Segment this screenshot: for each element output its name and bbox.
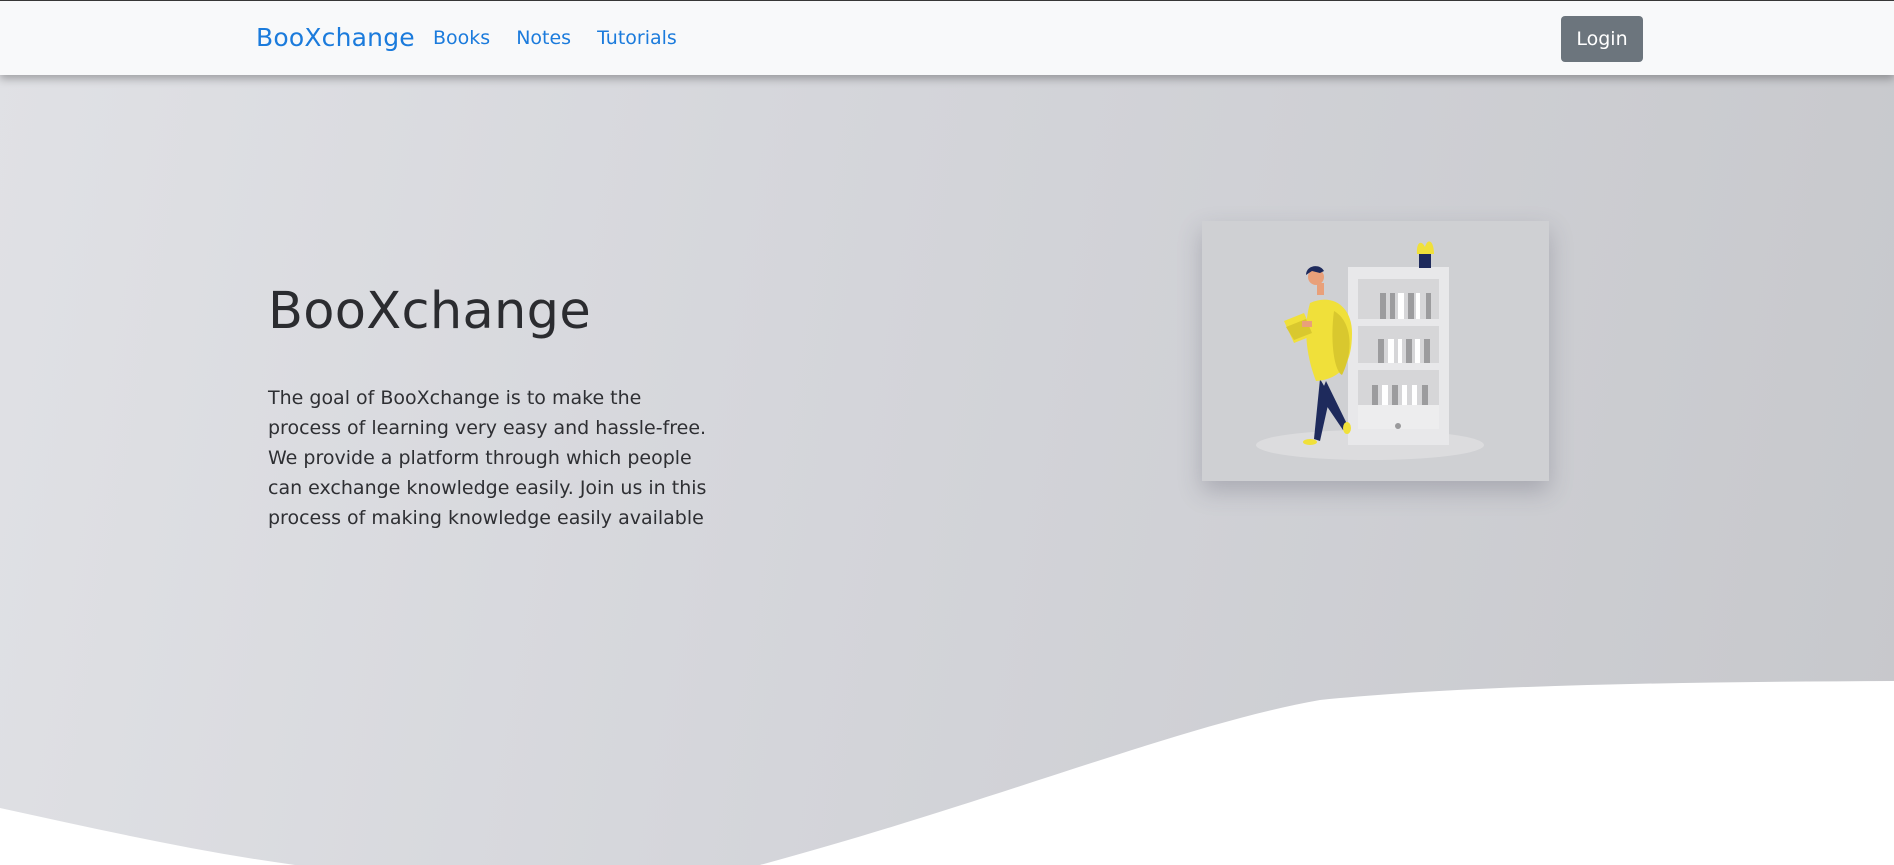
nav-links: Books Notes Tutorials xyxy=(433,27,677,49)
navbar: BooXchange Books Notes Tutorials Login xyxy=(0,1,1894,75)
reading-illustration xyxy=(1202,221,1549,481)
login-button[interactable]: Login xyxy=(1561,16,1643,62)
page: BooXchange Books Notes Tutorials Login B… xyxy=(0,0,1894,865)
nav-link-notes[interactable]: Notes xyxy=(516,27,571,49)
nav-link-tutorials[interactable]: Tutorials xyxy=(597,27,677,49)
illustration-art xyxy=(1256,241,1484,460)
brand-link[interactable]: BooXchange xyxy=(256,23,415,52)
nav-link-books[interactable]: Books xyxy=(433,27,490,49)
hero-description: The goal of BooXchange is to make the pr… xyxy=(268,387,707,529)
hero-title: BooXchange xyxy=(268,282,592,341)
